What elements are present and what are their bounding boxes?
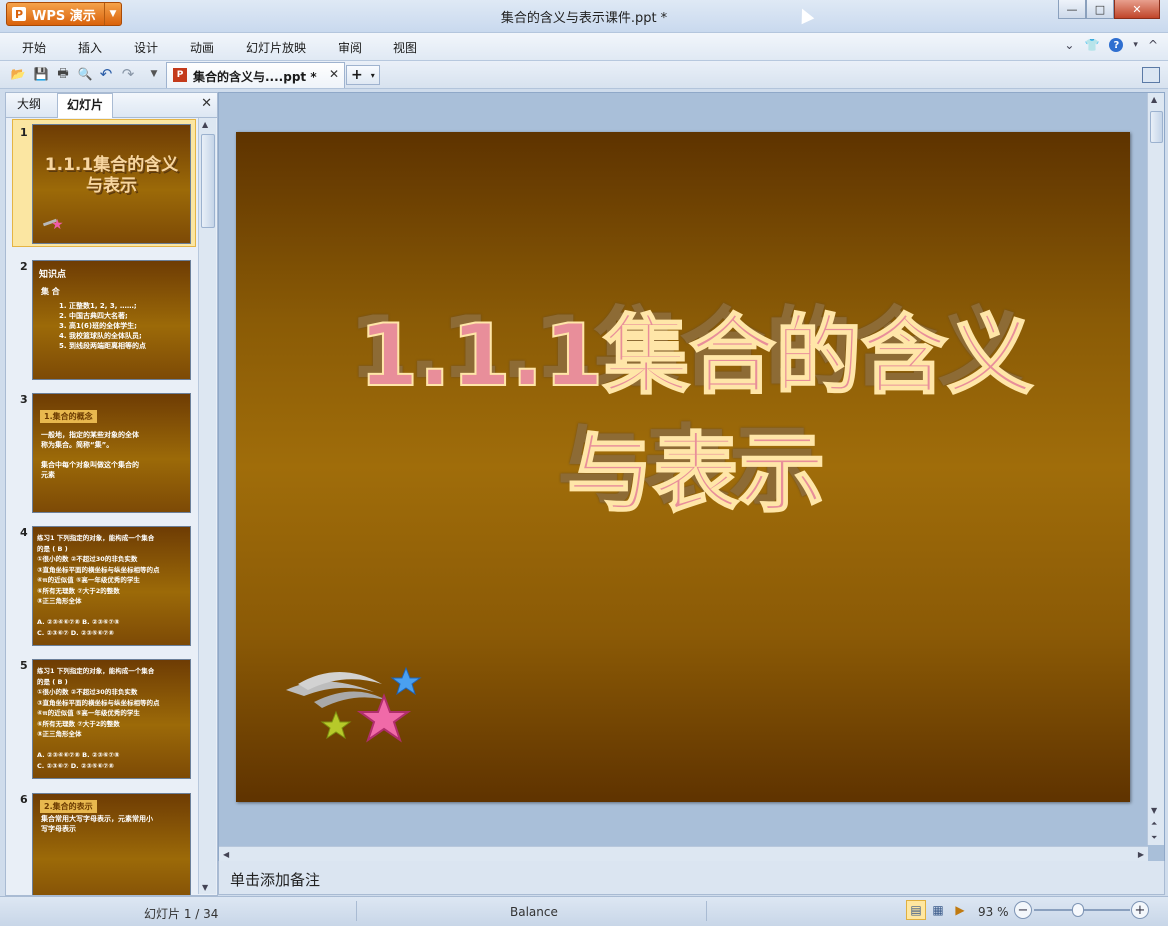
slide-preview: 1.集合的概念 一般地，指定的某些对象的全体 称为集合。简称“集”。 集合中每个… bbox=[32, 393, 191, 513]
star-icon: ★ bbox=[51, 217, 64, 233]
next-slide-icon[interactable]: ⏷ bbox=[1151, 833, 1157, 843]
slide-preview: 1.1.1集合的含义 与表示 ★ bbox=[32, 124, 191, 244]
slide-title-line-1: 1.1.1集合的含义 bbox=[358, 305, 1035, 407]
slide-number: 2 bbox=[20, 260, 28, 273]
slides-panel: 大纲 幻灯片 ✕ 1 1.1.1集合的含义 与表示 ★ 2 知识点 集 合 1.… bbox=[5, 92, 218, 896]
collapse-icon[interactable]: ^ bbox=[1148, 38, 1158, 52]
theme-name: Balance bbox=[510, 905, 558, 919]
scroll-up-icon[interactable]: ▲ bbox=[1151, 95, 1157, 104]
slide-thumbnail-list: 1 1.1.1集合的含义 与表示 ★ 2 知识点 集 合 1. 正整数1, 2,… bbox=[6, 118, 198, 895]
slide-number: 5 bbox=[20, 659, 28, 672]
tab-slides[interactable]: 幻灯片 bbox=[57, 93, 114, 118]
thumb-body: 练习1 下列指定的对象，能构成一个集合 的是 ( B ) ①很小的数 ②不超过3… bbox=[37, 534, 160, 637]
collapse-ribbon-icon[interactable]: ⌄ bbox=[1064, 38, 1074, 52]
save-icon[interactable]: 💾 bbox=[33, 66, 49, 82]
print-preview-icon[interactable]: 🔍 bbox=[77, 66, 93, 82]
scroll-thumb[interactable] bbox=[1150, 111, 1163, 143]
redo-icon[interactable]: ↷ bbox=[120, 65, 136, 83]
slide-number: 3 bbox=[20, 393, 28, 406]
window-controls: — □ ✕ bbox=[1058, 0, 1160, 19]
slide-title-line-2: 与表示 bbox=[566, 423, 826, 525]
new-tab-label: + bbox=[351, 67, 363, 83]
prev-slide-icon[interactable]: ⏶ bbox=[1151, 819, 1157, 829]
status-bar: 幻灯片 1 / 34 Balance ▤ ▦ ▶ 93 % − + bbox=[0, 896, 1168, 926]
help-icon[interactable]: ? bbox=[1109, 38, 1124, 52]
close-window-button[interactable]: ✕ bbox=[1114, 0, 1160, 19]
scroll-left-icon[interactable]: ◀ bbox=[223, 850, 229, 859]
tab-outline[interactable]: 大纲 bbox=[8, 93, 50, 116]
slide-preview: 练习1 下列指定的对象，能构成一个集合 的是 ( B ) ①很小的数 ②不超过3… bbox=[32, 659, 191, 779]
menu-review[interactable]: 审阅 bbox=[338, 39, 362, 56]
thumb-subheading: 集 合 bbox=[41, 287, 60, 296]
menu-insert[interactable]: 插入 bbox=[78, 39, 102, 56]
slide-preview: 知识点 集 合 1. 正整数1, 2, 3, ……; 2. 中国古典四大名著; … bbox=[32, 260, 191, 380]
thumb-body: 练习1 下列指定的对象，能构成一个集合 的是 ( B ) ①很小的数 ②不超过3… bbox=[37, 667, 160, 770]
chevron-down-icon[interactable]: ▾ bbox=[371, 71, 375, 80]
title-bar: P WPS 演示 ▼ 集合的含义与表示课件.ppt * — □ ✕ bbox=[0, 0, 1168, 33]
menu-home[interactable]: 开始 bbox=[22, 39, 46, 56]
thumb-tag: 1.集合的概念 bbox=[40, 410, 97, 423]
document-tab[interactable]: P 集合的含义与....ppt * ✕ bbox=[166, 62, 345, 88]
print-icon[interactable]: 🖶 bbox=[55, 66, 71, 82]
thumb-title: 1.1.1集合的含义 与表示 bbox=[44, 155, 179, 196]
maximize-button[interactable]: □ bbox=[1086, 0, 1114, 19]
thumb-body: 一般地，指定的某些对象的全体 称为集合。简称“集”。 集合中每个对象叫做这个集合… bbox=[41, 431, 139, 479]
slide-indicator: 幻灯片 1 / 34 bbox=[144, 907, 219, 921]
notes-pane[interactable]: 单击添加备注 bbox=[218, 861, 1165, 895]
open-folder-icon[interactable]: 📂 bbox=[10, 66, 26, 82]
slide-preview: 2.集合的表示 集合常用大写字母表示，元素常用小 写字母表示 bbox=[32, 793, 191, 895]
status-divider bbox=[706, 901, 707, 921]
thumb-tag: 2.集合的表示 bbox=[40, 800, 97, 813]
scroll-right-icon[interactable]: ▶ bbox=[1138, 850, 1144, 859]
slide-edit-area: 1.1.1集合的含义 与表示 ▲ ▼ ⏶ ⏷ ◀ ▶ bbox=[218, 92, 1165, 864]
slide-number: 1 bbox=[20, 126, 28, 139]
zoom-slider-track[interactable] bbox=[1034, 903, 1130, 917]
menu-slideshow[interactable]: 幻灯片放映 bbox=[246, 39, 306, 56]
status-divider bbox=[356, 901, 357, 921]
new-tab-button[interactable]: + ▾ bbox=[346, 65, 380, 85]
menu-design[interactable]: 设计 bbox=[134, 39, 158, 56]
normal-view-icon[interactable]: ▤ bbox=[906, 900, 926, 920]
menu-bar: 开始 插入 设计 动画 幻灯片放映 审阅 视图 ⌄ 👕 ? ▾ ^ bbox=[0, 33, 1168, 61]
customize-toolbar-icon[interactable]: ▼ bbox=[146, 66, 162, 82]
menu-right-tools: ⌄ 👕 ? ▾ ^ bbox=[1064, 38, 1158, 52]
notes-placeholder: 单击添加备注 bbox=[230, 871, 321, 889]
slide-title[interactable]: 1.1.1集合的含义 与表示 bbox=[316, 297, 1076, 533]
slide-preview: 练习1 下列指定的对象，能构成一个集合 的是 ( B ) ①很小的数 ②不超过3… bbox=[32, 526, 191, 646]
close-panel-icon[interactable]: ✕ bbox=[201, 96, 212, 111]
document-tab-label: 集合的含义与....ppt * bbox=[193, 70, 317, 84]
ppt-file-icon: P bbox=[173, 68, 187, 82]
slide-sorter-icon[interactable]: ▦ bbox=[928, 900, 948, 920]
current-slide[interactable]: 1.1.1集合的含义 与表示 bbox=[236, 132, 1130, 802]
skin-shirt-icon[interactable]: 👕 bbox=[1084, 38, 1099, 52]
slide-number: 4 bbox=[20, 526, 28, 539]
scroll-thumb[interactable] bbox=[201, 134, 215, 228]
scroll-up-icon[interactable]: ▲ bbox=[202, 120, 208, 129]
scroll-down-icon[interactable]: ▼ bbox=[1151, 806, 1157, 815]
undo-icon[interactable]: ↶ bbox=[98, 65, 114, 83]
slide-number: 6 bbox=[20, 793, 28, 806]
slide-vertical-scrollbar[interactable]: ▲ ▼ ⏶ ⏷ bbox=[1147, 93, 1164, 845]
zoom-level: 93 % bbox=[978, 905, 1009, 919]
scroll-down-icon[interactable]: ▼ bbox=[202, 883, 208, 892]
menu-animation[interactable]: 动画 bbox=[190, 39, 214, 56]
thumbnail-scrollbar[interactable]: ▲ ▼ bbox=[198, 118, 216, 894]
slideshow-play-icon[interactable]: ▶ bbox=[950, 900, 970, 920]
thumb-body: 集合常用大写字母表示，元素常用小 写字母表示 bbox=[41, 815, 153, 833]
window-layout-icon[interactable] bbox=[1142, 67, 1160, 83]
window-title: 集合的含义与表示课件.ppt * bbox=[500, 11, 668, 26]
help-dropdown-icon[interactable]: ▾ bbox=[1133, 40, 1138, 50]
zoom-slider-knob[interactable] bbox=[1071, 903, 1084, 917]
close-tab-icon[interactable]: ✕ bbox=[329, 67, 339, 81]
quick-toolbar: 📂 💾 🖶 🔍 ↶ ↷ ▼ P 集合的含义与....ppt * ✕ + ▾ bbox=[0, 61, 1168, 89]
thumb-heading: 知识点 bbox=[39, 270, 67, 280]
zoom-out-button[interactable]: − bbox=[1014, 901, 1032, 919]
menu-view[interactable]: 视图 bbox=[393, 39, 417, 56]
zoom-in-button[interactable]: + bbox=[1131, 901, 1149, 919]
thumb-body: 1. 正整数1, 2, 3, ……; 2. 中国古典四大名著; 3. 高1(6)… bbox=[59, 302, 146, 350]
minimize-button[interactable]: — bbox=[1058, 0, 1086, 19]
shooting-star-icon[interactable] bbox=[284, 662, 424, 752]
panel-tabs: 大纲 幻灯片 ✕ bbox=[6, 93, 217, 118]
